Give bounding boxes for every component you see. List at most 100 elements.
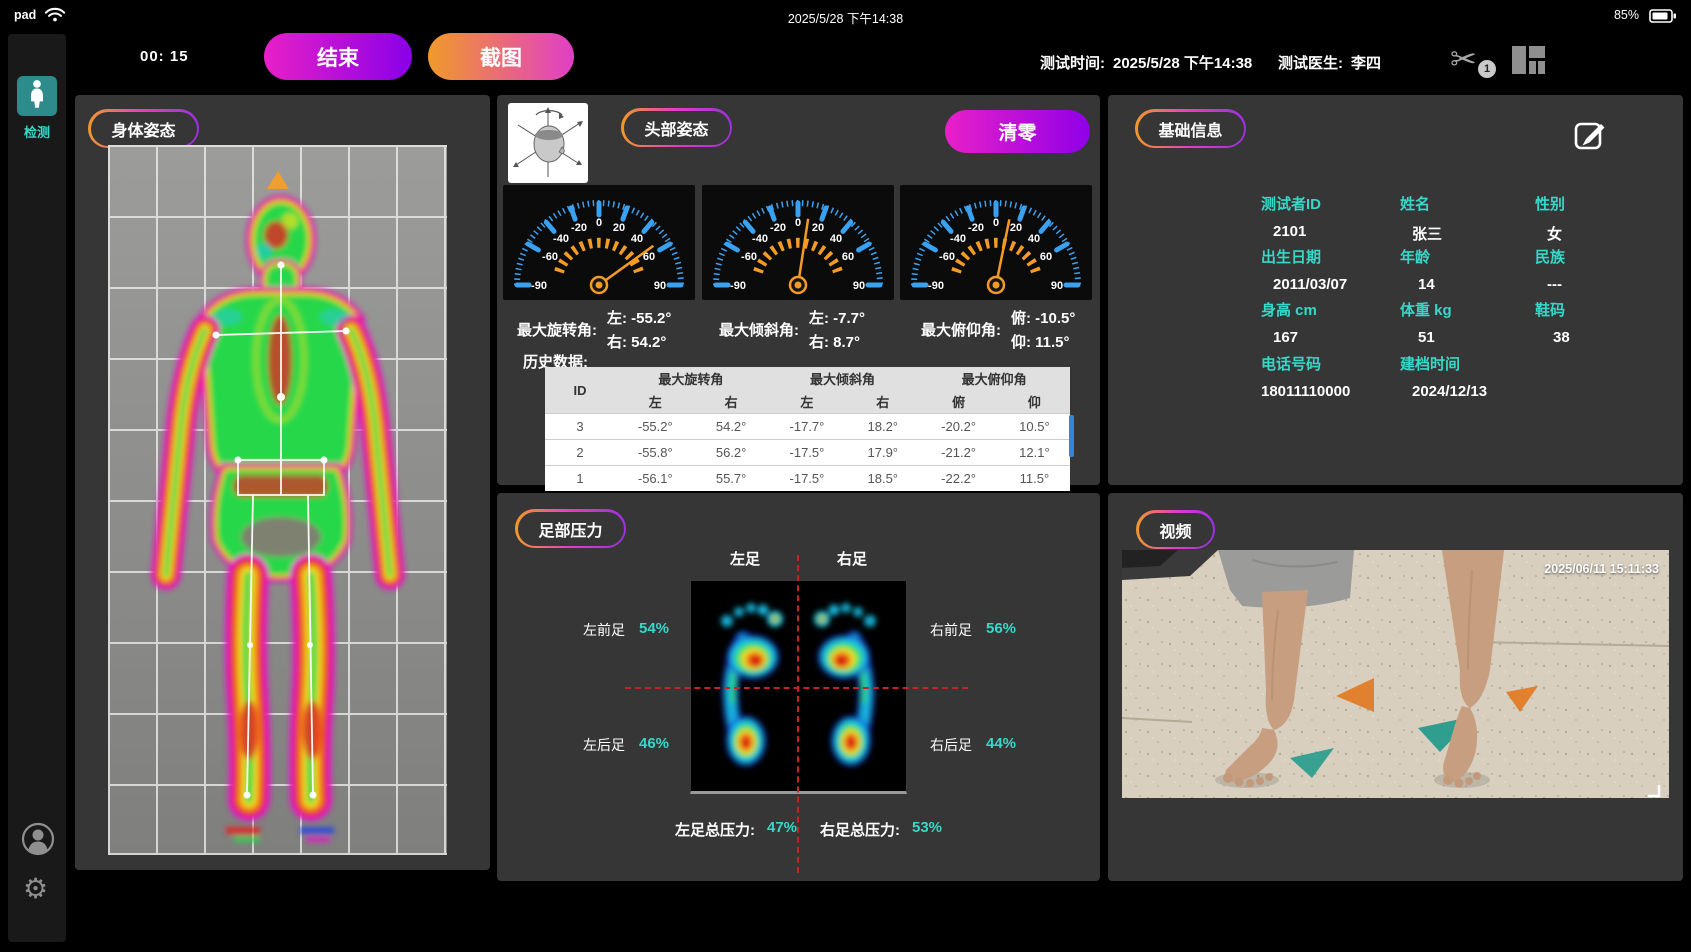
head-axes-diagram xyxy=(508,103,588,183)
wifi-icon xyxy=(44,6,66,28)
gauge-rotation: -90 -60 -40 -20 0 20 40 60 90 xyxy=(503,185,695,300)
test-time-value: 2025/5/28 下午14:38 xyxy=(1113,52,1252,73)
field-gender: 性别 女 xyxy=(1535,193,1565,244)
svg-text:20: 20 xyxy=(1010,222,1022,234)
end-button[interactable]: 结束 xyxy=(264,33,412,80)
person-icon xyxy=(26,79,48,114)
field-weight: 体重 kg 51 xyxy=(1400,299,1452,346)
horizontal-dashed-line xyxy=(625,687,968,689)
metric-rotation-right: 右: 54.2° xyxy=(607,331,671,355)
test-doctor: 测试医生: 李四 xyxy=(1278,52,1381,73)
metric-tilt: 最大倾斜角: 左: -7.7° 右: 8.7° xyxy=(719,307,865,355)
svg-text:-90: -90 xyxy=(531,280,547,292)
svg-text:40: 40 xyxy=(1028,233,1040,245)
app-root: pad 2025/5/28 下午14:38 85% 00: 15 结束 截图 测… xyxy=(0,0,1691,952)
video-panel: 视频 xyxy=(1108,493,1683,881)
sidebar-item-detect[interactable] xyxy=(17,76,57,116)
gauge-needle xyxy=(599,246,653,285)
screenshot-button[interactable]: 截图 xyxy=(428,33,574,80)
basic-info-title-pill: 基础信息 xyxy=(1135,109,1246,148)
svg-text:-90: -90 xyxy=(730,280,746,292)
gauge-pitch: -90 -60 -40 -20 0 20 40 60 90 xyxy=(900,185,1092,300)
svg-text:40: 40 xyxy=(830,233,842,245)
svg-text:0: 0 xyxy=(795,217,801,229)
body-thermal-image xyxy=(108,145,447,855)
svg-text:-40: -40 xyxy=(752,233,768,245)
foot-pressure-panel: 足部压力 左足 右足 xyxy=(497,493,1100,881)
metric-rotation-left: 左: -55.2° xyxy=(607,307,671,331)
settings-gear-icon[interactable]: ⚙ xyxy=(23,874,48,904)
battery-percent: 85% xyxy=(1614,8,1639,22)
head-posture-panel: 头部姿态 清零 -90 -60 -40 -20 0 20 40 60 90 xyxy=(497,95,1100,485)
svg-text:90: 90 xyxy=(1051,280,1063,292)
field-phone: 电话号码 18011110000 xyxy=(1261,353,1350,400)
layout-grid-icon[interactable] xyxy=(1512,44,1546,81)
table-row: 3 -55.2° 54.2° -17.7° 18.2° -20.2° 10.5° xyxy=(545,414,1070,440)
table-row: 2 -55.8° 56.2° -17.5° 17.9° -21.2° 12.1° xyxy=(545,440,1070,466)
svg-text:-90: -90 xyxy=(928,280,944,292)
svg-text:-20: -20 xyxy=(770,222,786,234)
field-ethnicity: 民族 --- xyxy=(1535,246,1565,293)
metric-pitch-down: 俯: -10.5° xyxy=(1011,307,1075,331)
edit-icon[interactable] xyxy=(1574,117,1607,155)
svg-text:-60: -60 xyxy=(542,251,558,263)
body-posture-title-pill: 身体姿态 xyxy=(88,109,199,148)
status-datetime: 2025/5/28 下午14:38 xyxy=(788,8,903,27)
svg-text:20: 20 xyxy=(812,222,824,234)
metric-tilt-left: 左: -7.7° xyxy=(809,307,865,331)
test-time-label: 测试时间: xyxy=(1040,52,1105,73)
svg-text:0: 0 xyxy=(596,217,602,229)
history-table-wrap: ID 最大旋转角 最大倾斜角 最大俯仰角 左 右 左 右 俯 仰 xyxy=(545,367,1070,491)
metric-pitch-up: 仰: 11.5° xyxy=(1011,331,1075,355)
svg-text:90: 90 xyxy=(853,280,865,292)
basic-info-title: 基础信息 xyxy=(1138,112,1244,146)
video-title-pill: 视频 xyxy=(1136,510,1215,549)
body-posture-title: 身体姿态 xyxy=(91,112,197,146)
device-name: pad xyxy=(14,8,36,22)
quadrant-left-rear: 左后足 46% xyxy=(583,735,669,755)
svg-text:0: 0 xyxy=(993,217,999,229)
video-title: 视频 xyxy=(1139,513,1213,547)
right-total-pressure: 右足总压力: 53% xyxy=(820,819,942,840)
body-posture-panel: 身体姿态 xyxy=(75,95,490,870)
col-group-rotation: 最大旋转角 xyxy=(615,367,767,390)
svg-text:-60: -60 xyxy=(741,251,757,263)
col-id: ID xyxy=(545,367,615,414)
video-timestamp: 2025/06/11 15:11:33 xyxy=(1544,562,1659,576)
gauge-needle xyxy=(996,219,1009,285)
field-tester-id: 测试者ID 2101 xyxy=(1261,193,1321,240)
table-row: 1 -56.1° 55.7° -17.5° 18.5° -22.2° 11.5° xyxy=(545,466,1070,492)
sidebar: 检测 ⚙ xyxy=(8,34,66,942)
svg-text:40: 40 xyxy=(631,233,643,245)
svg-text:60: 60 xyxy=(842,251,854,263)
field-age: 年龄 14 xyxy=(1400,246,1435,293)
foot-pressure-title-pill: 足部压力 xyxy=(515,509,626,548)
capture-count-badge: 1 xyxy=(1478,60,1496,78)
quadrant-right-rear: 右后足 44% xyxy=(930,735,1016,755)
svg-text:-40: -40 xyxy=(553,233,569,245)
head-posture-title: 头部姿态 xyxy=(624,111,730,145)
foot-pressure-title: 足部压力 xyxy=(518,512,624,546)
field-record-date: 建档时间 2024/12/13 xyxy=(1400,353,1487,400)
test-time: 测试时间: 2025/5/28 下午14:38 xyxy=(1040,52,1252,73)
history-table: ID 最大旋转角 最大倾斜角 最大俯仰角 左 右 左 右 俯 仰 xyxy=(545,367,1070,491)
table-scrollbar[interactable] xyxy=(1069,415,1074,457)
session-timer: 00: 15 xyxy=(140,48,189,65)
profile-icon[interactable] xyxy=(21,822,55,861)
quadrant-left-fore: 左前足 54% xyxy=(583,620,669,640)
quadrant-right-fore: 右前足 56% xyxy=(930,620,1016,640)
video-feed[interactable]: 2025/06/11 15:11:33 xyxy=(1122,550,1669,798)
expand-icon[interactable] xyxy=(1642,779,1662,804)
capture-scissors-icon[interactable]: ✂ xyxy=(1450,40,1477,78)
doctor-value: 李四 xyxy=(1351,52,1381,73)
gauge-tilt: -90 -60 -40 -20 0 20 40 60 90 xyxy=(702,185,894,300)
col-group-pitch: 最大俯仰角 xyxy=(918,367,1070,390)
metric-rotation: 最大旋转角: 左: -55.2° 右: 54.2° xyxy=(517,307,671,355)
left-foot-label: 左足 xyxy=(730,548,760,569)
col-group-tilt: 最大倾斜角 xyxy=(767,367,919,390)
clear-button[interactable]: 清零 xyxy=(945,110,1090,153)
right-foot-label: 右足 xyxy=(837,548,867,569)
left-total-pressure: 左足总压力: 47% xyxy=(675,819,797,840)
metric-pitch: 最大俯仰角: 俯: -10.5° 仰: 11.5° xyxy=(921,307,1075,355)
field-shoe-size: 鞋码 38 xyxy=(1535,299,1570,346)
